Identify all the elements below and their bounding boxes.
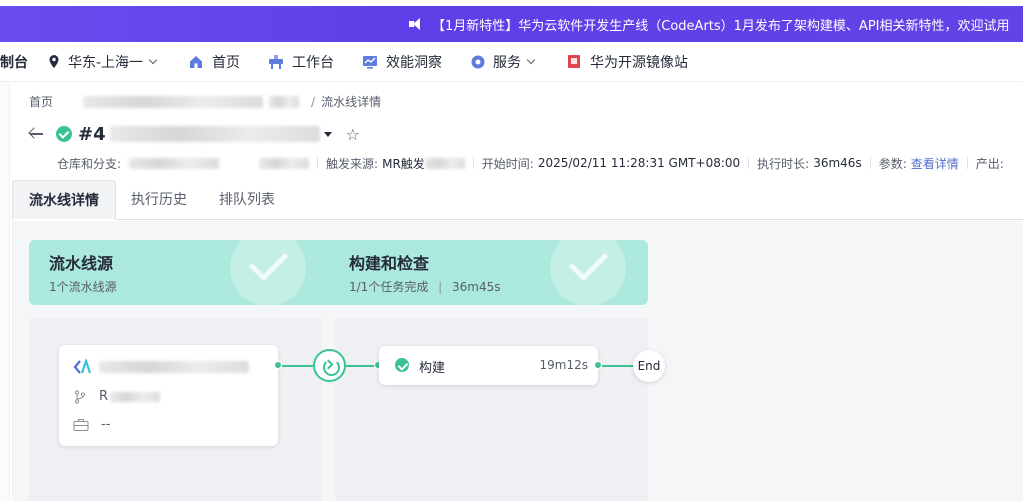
branch-name: R	[99, 389, 109, 404]
nav-home[interactable]: 首页	[188, 42, 240, 81]
breadcrumb: 首页 / 流水线详情	[29, 93, 381, 110]
announcement-text[interactable]: 【1月新特性】华为云软件开发生产线（CodeArts）1月发布了架构建模、API…	[432, 15, 1010, 34]
stage-build-name: 构建和检查	[349, 254, 430, 273]
source-card[interactable]: R --	[59, 345, 278, 446]
chevron-down-icon	[526, 55, 536, 65]
stage-source[interactable]: 流水线源 1个流水线源	[29, 240, 329, 305]
chevron-down-icon	[148, 55, 158, 65]
star-icon[interactable]: ☆	[346, 125, 360, 144]
source-branch-row: R	[73, 389, 161, 404]
console-label: 制台	[0, 55, 28, 71]
redacted-trigger	[424, 157, 465, 169]
connector-line	[282, 365, 313, 367]
source-repo-row	[73, 357, 249, 375]
stage-transition-icon[interactable]	[313, 349, 346, 382]
detail-tabs: 流水线详情 执行历史 排队列表	[12, 180, 1023, 221]
left-sidebar-edge	[0, 82, 10, 501]
region-selector[interactable]: 华东-上海一	[48, 42, 158, 81]
briefcase-icon	[73, 418, 89, 432]
params-detail-link[interactable]: 查看详情	[911, 155, 959, 172]
source-extra-row: --	[73, 417, 110, 432]
stage-build-progress: 1/1个任务完成	[349, 280, 429, 294]
megaphone-icon	[408, 17, 422, 31]
nav-workbench-label: 工作台	[292, 55, 334, 71]
nav-services-label: 服务	[493, 55, 521, 71]
connector-line	[602, 365, 634, 367]
region-label: 华东-上海一	[68, 55, 144, 71]
duration-value: 36m46s	[813, 156, 862, 170]
workbench-icon	[268, 54, 284, 70]
codearts-repo-icon	[73, 357, 92, 375]
redacted-branch	[259, 157, 310, 169]
branch-icon	[73, 389, 87, 404]
tab-queue-list[interactable]: 排队列表	[203, 180, 291, 220]
job-duration: 19m12s	[539, 358, 588, 372]
nav-home-label: 首页	[212, 55, 240, 71]
redacted-repo	[129, 157, 220, 169]
announcement-banner[interactable]: 【1月新特性】华为云软件开发生产线（CodeArts）1月发布了架构建模、API…	[0, 6, 1023, 42]
top-navigation: 制台 华东-上海一 首页 工作台 效能洞察 服务 华为开源镜像站	[0, 42, 1023, 82]
repo-label: 仓库和分支:	[57, 156, 122, 171]
trigger-label: 触发来源:	[326, 156, 379, 171]
redacted-breadcrumb	[83, 95, 264, 108]
breadcrumb-separator: /	[311, 94, 316, 109]
start-time-label: 开始时间:	[481, 156, 534, 171]
connector-dot	[274, 361, 282, 369]
pipeline-run-header: #4 ☆	[28, 122, 360, 146]
duration-label: 执行时长:	[757, 156, 810, 171]
job-name: 构建	[419, 361, 446, 376]
nav-services[interactable]: 服务	[471, 42, 536, 81]
params-label: 参数:	[878, 156, 907, 171]
stage-source-name: 流水线源	[49, 254, 114, 273]
monitor-chart-icon	[362, 54, 378, 70]
job-card-build[interactable]: 构建 19m12s	[379, 346, 598, 385]
run-meta: 仓库和分支: 触发来源: MR触发 开始时间: 2025/02/11 11:28…	[57, 155, 1004, 171]
pipeline-end-node: End	[633, 350, 665, 382]
stage-build-info: 1/1个任务完成 | 36m45s	[349, 280, 501, 294]
back-arrow-icon[interactable]	[28, 126, 44, 142]
home-icon	[188, 54, 204, 70]
services-icon	[471, 55, 485, 69]
redacted-branch-name	[110, 391, 161, 402]
stage-source-info: 1个流水线源	[49, 280, 117, 294]
tab-run-history[interactable]: 执行历史	[115, 180, 203, 220]
location-pin-icon	[48, 54, 60, 70]
tab-pipeline-detail[interactable]: 流水线详情	[12, 180, 116, 221]
nav-insights-label: 效能洞察	[386, 55, 442, 71]
nav-mirror-site[interactable]: 华为开源镜像站	[566, 42, 688, 81]
output-label: 产出:	[975, 156, 1004, 171]
source-extra-value: --	[101, 417, 111, 432]
run-title: #4	[78, 123, 106, 145]
redacted-repo-name	[99, 361, 249, 373]
nav-workbench[interactable]: 工作台	[268, 42, 334, 81]
stage-build-time: 36m45s	[452, 280, 501, 294]
connector-dot	[594, 361, 602, 369]
success-check-icon	[56, 126, 72, 142]
caret-down-icon[interactable]	[323, 131, 332, 137]
trigger-value: MR触发	[382, 156, 425, 171]
job-success-icon	[395, 358, 409, 372]
redacted-breadcrumb	[269, 95, 300, 108]
breadcrumb-current: 流水线详情	[321, 95, 382, 109]
console-link[interactable]: 制台	[0, 42, 28, 81]
stage-success-check-icon	[230, 240, 306, 305]
breadcrumb-home[interactable]: 首页	[29, 93, 53, 110]
stage-success-check-icon	[550, 240, 626, 305]
start-time-value: 2025/02/11 11:28:31 GMT+08:00	[537, 156, 741, 170]
redacted-run-name	[109, 126, 320, 142]
stage-build-check[interactable]: 构建和检查 1/1个任务完成 | 36m45s	[317, 240, 648, 305]
nav-mirror-label: 华为开源镜像站	[590, 55, 688, 71]
huawei-mirror-icon	[566, 54, 582, 70]
nav-insights[interactable]: 效能洞察	[362, 42, 442, 81]
connector-line	[346, 365, 376, 367]
